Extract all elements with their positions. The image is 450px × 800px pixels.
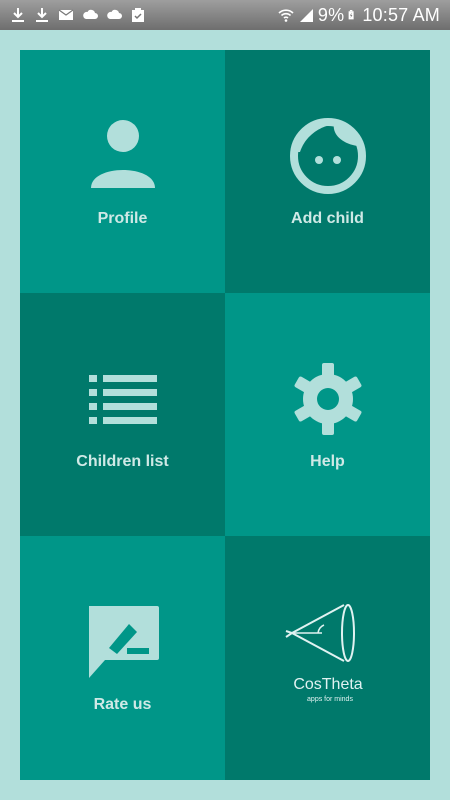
cloud-icon (83, 9, 98, 19)
signal-icon (299, 9, 313, 22)
download-icon (36, 8, 48, 22)
gear-icon (294, 362, 361, 435)
status-bar: 9% 10:57 AM (0, 0, 450, 30)
clipboard-icon (132, 8, 144, 22)
notification-icons (10, 7, 146, 23)
add-child-label: Add child (291, 209, 364, 227)
wifi-icon (278, 9, 294, 22)
child-face-icon (289, 117, 366, 194)
battery-percent: 9% (317, 4, 345, 25)
brand-name: CosTheta (293, 676, 362, 693)
profile-label: Profile (97, 209, 148, 227)
help-label: Help (310, 452, 345, 470)
costheta-tile[interactable]: CosTheta apps for minds (225, 536, 430, 780)
clock: 10:57 AM (362, 4, 440, 25)
status-right: 9% 10:57 AM (278, 5, 440, 26)
children-list-tile[interactable]: Children list (20, 293, 225, 536)
add-child-tile[interactable]: Add child (225, 50, 430, 293)
rate-us-label: Rate us (93, 696, 152, 713)
children-list-label: Children list (76, 452, 169, 470)
rate-us-tile[interactable]: Rate us (20, 536, 225, 780)
person-icon (90, 119, 155, 188)
help-tile[interactable]: Help (225, 293, 430, 536)
download-icon (12, 8, 24, 22)
costheta-logo: CosTheta apps for minds (284, 604, 362, 703)
main-menu-grid: Profile Add child Children list Help Rat… (20, 50, 430, 780)
profile-tile[interactable]: Profile (20, 50, 225, 293)
feedback-edit-icon (88, 606, 159, 678)
mail-icon (58, 9, 74, 20)
list-icon (88, 374, 157, 424)
cloud-icon (107, 9, 122, 19)
brand-tagline: apps for minds (307, 696, 353, 703)
battery-charging-icon (348, 10, 354, 20)
